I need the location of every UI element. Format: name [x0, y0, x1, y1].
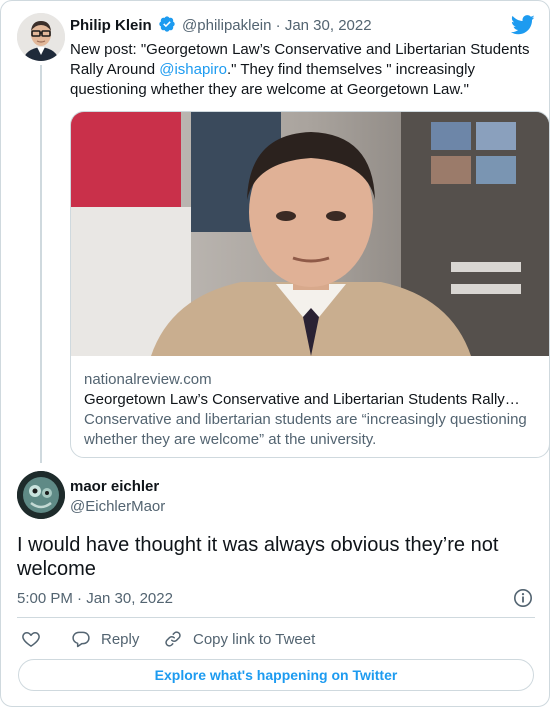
reply-timestamp[interactable]: 5:00 PM · Jan 30, 2022 [17, 589, 173, 609]
copy-link-label: Copy link to Tweet [193, 630, 316, 648]
explore-twitter-button[interactable]: Explore what's happening on Twitter [18, 659, 534, 691]
reply-tweet-text: I would have thought it was always obvio… [17, 534, 499, 580]
header-separator: · [275, 17, 281, 34]
link-domain: nationalreview.com [84, 371, 212, 388]
news-studio-photo-icon [71, 112, 549, 356]
info-icon[interactable] [513, 588, 533, 613]
embedded-tweet-card: Philip Klein @philipaklein · Jan 30, 202… [0, 0, 550, 707]
heart-icon [22, 632, 40, 647]
thread-line [40, 65, 42, 463]
tweet-actions: Reply Copy link to Tweet [17, 627, 535, 651]
reply-label: Reply [101, 630, 140, 648]
divider [17, 617, 535, 618]
twitter-bird-icon[interactable] [510, 15, 535, 40]
author-display-name[interactable]: Philip Klein [70, 17, 152, 34]
link-description: Conservative and libertarian students ar… [84, 411, 527, 448]
author-handle[interactable]: @philipaklein [182, 17, 271, 34]
mention-link[interactable]: @ishapiro [159, 61, 227, 78]
avatar-creature-icon [17, 471, 65, 519]
verified-badge-icon [158, 15, 176, 39]
copy-link-button[interactable]: Copy link to Tweet [163, 627, 315, 651]
parent-tweet-text: New post: "Georgetown Law’s Conservative… [70, 40, 535, 100]
tweet-date[interactable]: Jan 30, 2022 [285, 17, 372, 34]
link-preview-meta: nationalreview.com Georgetown Law’s Cons… [84, 370, 534, 450]
avatar-maor-eichler[interactable] [17, 471, 65, 519]
parent-tweet-header: Philip Klein @philipaklein · Jan 30, 202… [70, 15, 535, 39]
reply-author-display-name[interactable]: maor eichler [70, 477, 165, 497]
avatar-portrait-icon [17, 13, 65, 61]
link-icon [165, 631, 181, 647]
like-button[interactable] [21, 627, 41, 651]
reply-icon [72, 631, 90, 648]
link-preview-card[interactable]: nationalreview.com Georgetown Law’s Cons… [70, 111, 549, 458]
reply-author-names: maor eichler @EichlerMaor [70, 477, 165, 517]
parent-tweet-body: Philip Klein @philipaklein · Jan 30, 202… [70, 15, 535, 100]
link-preview-image[interactable] [71, 112, 549, 356]
avatar-philip-klein[interactable] [17, 13, 65, 61]
reply-author-handle[interactable]: @EichlerMaor [70, 497, 165, 517]
reply-button[interactable]: Reply [71, 627, 139, 651]
link-title[interactable]: Georgetown Law’s Conservative and Libert… [84, 390, 522, 410]
